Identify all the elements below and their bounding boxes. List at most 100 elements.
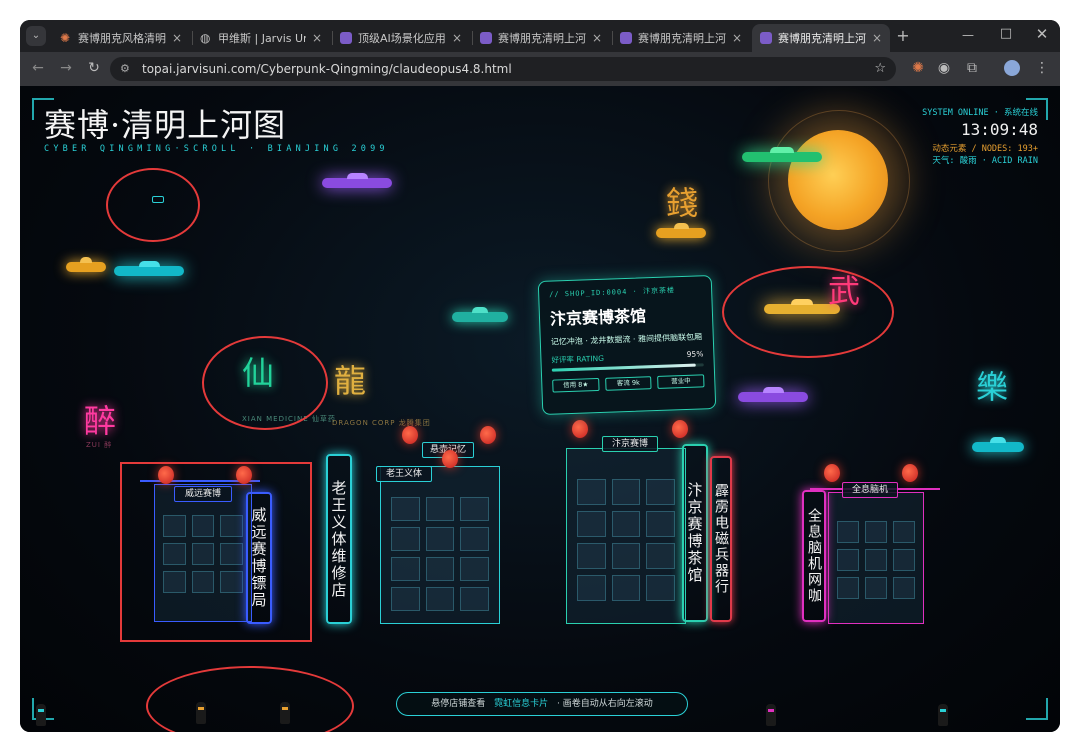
shop-plate-teahouse: 汴京赛博 bbox=[602, 436, 658, 452]
building-holo[interactable] bbox=[828, 492, 924, 624]
shop-sign-holo[interactable]: 全息脑机网咖 bbox=[802, 490, 826, 622]
hover-car bbox=[66, 257, 106, 272]
moon bbox=[788, 130, 888, 230]
tab-2[interactable]: ◍ 甲维斯 | Jarvis Uni × bbox=[192, 24, 330, 52]
tab-search-icon[interactable]: ⌄ bbox=[26, 26, 46, 46]
page-title: 赛博·清明上河图 bbox=[44, 106, 287, 144]
close-tab-icon[interactable]: × bbox=[452, 31, 462, 45]
hover-car bbox=[452, 307, 508, 322]
pedestrian bbox=[766, 704, 776, 726]
extensions-puzzle-icon[interactable]: ⧉ bbox=[964, 60, 980, 76]
minimize-icon[interactable]: — bbox=[960, 28, 976, 42]
annotation-circle bbox=[146, 666, 354, 732]
page-subtitle: CYBER QINGMING·SCROLL · BIANJING 2099 bbox=[44, 144, 389, 154]
annotation-circle bbox=[202, 336, 328, 430]
card-shop-desc: 记忆冲泡 · 龙井数据流 · 雅间提供脑联包厢 bbox=[550, 332, 703, 347]
close-tab-icon[interactable]: × bbox=[732, 31, 742, 45]
profile-avatar[interactable] bbox=[1004, 60, 1020, 76]
hint-text-1: 悬停店铺查看 bbox=[431, 699, 486, 709]
tab-5[interactable]: 赛博朋克清明上河图 × bbox=[612, 24, 750, 52]
address-bar-row: ← → ↻ ⚙ topai.jarvisuni.com/Cyberpunk-Qi… bbox=[20, 52, 1060, 86]
building-laowang[interactable] bbox=[380, 466, 500, 624]
card-credit-button[interactable]: 信用 8★ bbox=[552, 378, 600, 393]
hover-car bbox=[114, 261, 184, 276]
tab-label: 赛博朋克清明上河图 bbox=[498, 32, 586, 45]
card-buttons: 信用 8★ 客流 9k 营业中 bbox=[552, 374, 705, 393]
weather-status: 天气: 酸雨 · ACID RAIN bbox=[932, 156, 1038, 166]
lantern bbox=[402, 426, 418, 444]
lantern bbox=[572, 420, 588, 438]
hint-highlight: 霓虹信息卡片 bbox=[494, 699, 549, 709]
shop-plate-laowang: 老王义体 bbox=[376, 466, 432, 482]
annotation-rectangle bbox=[120, 462, 312, 642]
shop-sign-thunder[interactable]: 霹雳电磁兵器行 bbox=[710, 456, 732, 622]
neon-caption: DRAGON CORP 龙腾集团 bbox=[332, 419, 431, 427]
tab-label: 赛博朋克清明上河图 bbox=[638, 32, 726, 45]
browser-window: ⌄ ✺ 赛博朋克风格清明上 × ◍ 甲维斯 | Jarvis Uni × 顶级A… bbox=[20, 20, 1060, 732]
close-tab-icon[interactable]: × bbox=[592, 31, 602, 45]
annotation-circle bbox=[722, 266, 894, 358]
neon-sign-qian: 錢 bbox=[666, 184, 699, 222]
neon-caption: ZUI 醉 bbox=[86, 441, 113, 449]
globe-icon: ◍ bbox=[200, 31, 211, 45]
new-tab-button[interactable]: + bbox=[894, 27, 912, 45]
forward-icon[interactable]: → bbox=[58, 60, 74, 76]
pedestrian bbox=[938, 704, 948, 726]
url-input[interactable]: ⚙ topai.jarvisuni.com/Cyberpunk-Qingming… bbox=[110, 57, 896, 81]
building-teahouse[interactable] bbox=[566, 448, 686, 624]
hover-car bbox=[972, 437, 1024, 452]
back-icon[interactable]: ← bbox=[30, 60, 46, 76]
app-icon bbox=[760, 32, 772, 44]
shop-info-card[interactable]: // SHOP_ID:0004 · 汴京茶楼 汴京赛博茶馆 记忆冲泡 · 龙井数… bbox=[537, 275, 717, 415]
card-traffic-button[interactable]: 客流 9k bbox=[604, 376, 652, 391]
site-info-icon[interactable]: ⚙ bbox=[120, 57, 130, 81]
card-rating-value: 95% bbox=[686, 349, 704, 359]
lantern bbox=[672, 420, 688, 438]
hover-car bbox=[322, 173, 392, 188]
tab-label: 赛博朋克清明上河图 bbox=[778, 32, 866, 45]
reload-icon[interactable]: ↻ bbox=[86, 60, 102, 76]
maximize-icon[interactable]: □ bbox=[998, 26, 1014, 41]
close-window-icon[interactable]: ✕ bbox=[1034, 25, 1050, 43]
card-open-button[interactable]: 营业中 bbox=[657, 374, 705, 389]
tab-4[interactable]: 赛博朋克清明上河图 × bbox=[472, 24, 610, 52]
lantern bbox=[480, 426, 496, 444]
close-tab-icon[interactable]: × bbox=[872, 31, 882, 45]
hover-car bbox=[738, 387, 808, 402]
tab-label: 甲维斯 | Jarvis Uni bbox=[218, 32, 306, 45]
close-tab-icon[interactable]: × bbox=[312, 31, 322, 45]
tab-label: 赛博朋克风格清明上 bbox=[78, 32, 166, 45]
shop-sign-teahouse[interactable]: 汴京赛博茶馆 bbox=[682, 444, 708, 622]
tab-6-active[interactable]: 赛博朋克清明上河图 × bbox=[752, 24, 890, 52]
close-tab-icon[interactable]: × bbox=[172, 31, 182, 45]
tab-label: 顶级AI场景化应用测 bbox=[358, 32, 446, 45]
claude-extension-icon[interactable]: ✺ bbox=[910, 60, 926, 76]
bookmark-star-icon[interactable]: ☆ bbox=[874, 57, 886, 81]
scroll-hint: 悬停店铺查看 霓虹信息卡片 · 画卷自动从右向左滚动 bbox=[396, 692, 688, 716]
frame-corner bbox=[1026, 698, 1048, 720]
lantern bbox=[902, 464, 918, 482]
hover-car bbox=[656, 223, 706, 238]
app-icon bbox=[620, 32, 632, 44]
tab-1[interactable]: ✺ 赛博朋克风格清明上 × bbox=[52, 24, 190, 52]
lantern bbox=[442, 450, 458, 468]
app-icon bbox=[480, 32, 492, 44]
claude-icon: ✺ bbox=[60, 31, 71, 45]
system-status: SYSTEM ONLINE · 系统在线 bbox=[922, 108, 1038, 118]
tab-bar: ⌄ ✺ 赛博朋克风格清明上 × ◍ 甲维斯 | Jarvis Uni × 顶级A… bbox=[20, 20, 1060, 52]
hint-text-2: · 画卷自动从右向左滚动 bbox=[557, 699, 653, 709]
tab-3[interactable]: 顶级AI场景化应用测 × bbox=[332, 24, 470, 52]
card-shop-id: // SHOP_ID:0004 · 汴京茶楼 bbox=[549, 286, 676, 299]
shop-sign-laowang[interactable]: 老王义体维修店 bbox=[326, 454, 352, 624]
pedestrian bbox=[36, 704, 46, 726]
url-text: topai.jarvisuni.com/Cyberpunk-Qingming/c… bbox=[142, 62, 512, 76]
more-menu-icon[interactable]: ⋮ bbox=[1034, 60, 1050, 76]
neon-sign-le: 樂 bbox=[976, 368, 1009, 406]
lantern bbox=[824, 464, 840, 482]
hover-car bbox=[742, 147, 822, 162]
neon-sign-long: 龍 bbox=[334, 362, 367, 400]
nodes-count: 动态元素 / NODES: 193+ bbox=[932, 144, 1038, 154]
cyberpunk-scroll-canvas: 赛博·清明上河图 CYBER QINGMING·SCROLL · BIANJIN… bbox=[20, 86, 1060, 732]
extension-icon[interactable]: ◉ bbox=[936, 60, 952, 76]
app-icon bbox=[340, 32, 352, 44]
